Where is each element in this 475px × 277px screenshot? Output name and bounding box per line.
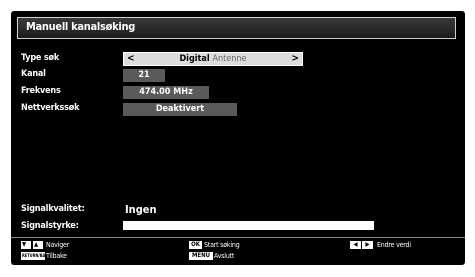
chevron-right-icon[interactable]: > <box>291 53 299 65</box>
arrow-right-icon: ▶ <box>362 241 373 249</box>
signal-quality-label: Signalkvalitet: <box>21 204 85 214</box>
tv-screen: Manuell kanalsøking Type søk < Digital A… <box>11 11 465 265</box>
exit-label: Avslutt <box>214 252 235 260</box>
start-search-label: Start søking <box>204 241 240 249</box>
search-type-value: Digital Antenne <box>179 54 247 64</box>
menu-key-icon: MENU <box>189 252 213 260</box>
network-search-value[interactable]: Deaktivert <box>123 103 237 116</box>
arrow-up-icon: ▲ <box>33 241 43 249</box>
navigate-label: Naviger <box>46 241 70 249</box>
channel-value[interactable]: 21 <box>123 69 165 82</box>
header-bar: Manuell kanalsøking <box>17 17 456 39</box>
back-label: Tilbake <box>46 252 67 260</box>
left-right-keys: ◀ ▶ <box>350 241 374 249</box>
signal-strength-bar <box>123 221 374 230</box>
search-type-selector[interactable]: < Digital Antenne > <box>123 52 303 66</box>
network-search-label: Nettverkssøk <box>21 103 80 113</box>
page-title: Manuell kanalsøking <box>26 20 136 33</box>
signal-strength-label: Signalstyrke: <box>21 221 79 231</box>
type-label: Type søk <box>21 53 60 63</box>
frequency-value[interactable]: 474.00 MHz <box>123 86 209 99</box>
frequency-label: Frekvens <box>21 86 61 96</box>
ok-key-icon: OK <box>189 241 202 249</box>
change-value-label: Endre verdi <box>377 241 411 249</box>
arrow-down-icon: ▼ <box>21 241 31 249</box>
back-key-icon: RETURN/BACK <box>21 252 51 260</box>
arrow-left-icon: ◀ <box>350 241 361 249</box>
channel-label: Kanal <box>21 69 46 79</box>
footer-divider <box>11 237 465 238</box>
signal-quality-value: Ingen <box>125 203 157 216</box>
